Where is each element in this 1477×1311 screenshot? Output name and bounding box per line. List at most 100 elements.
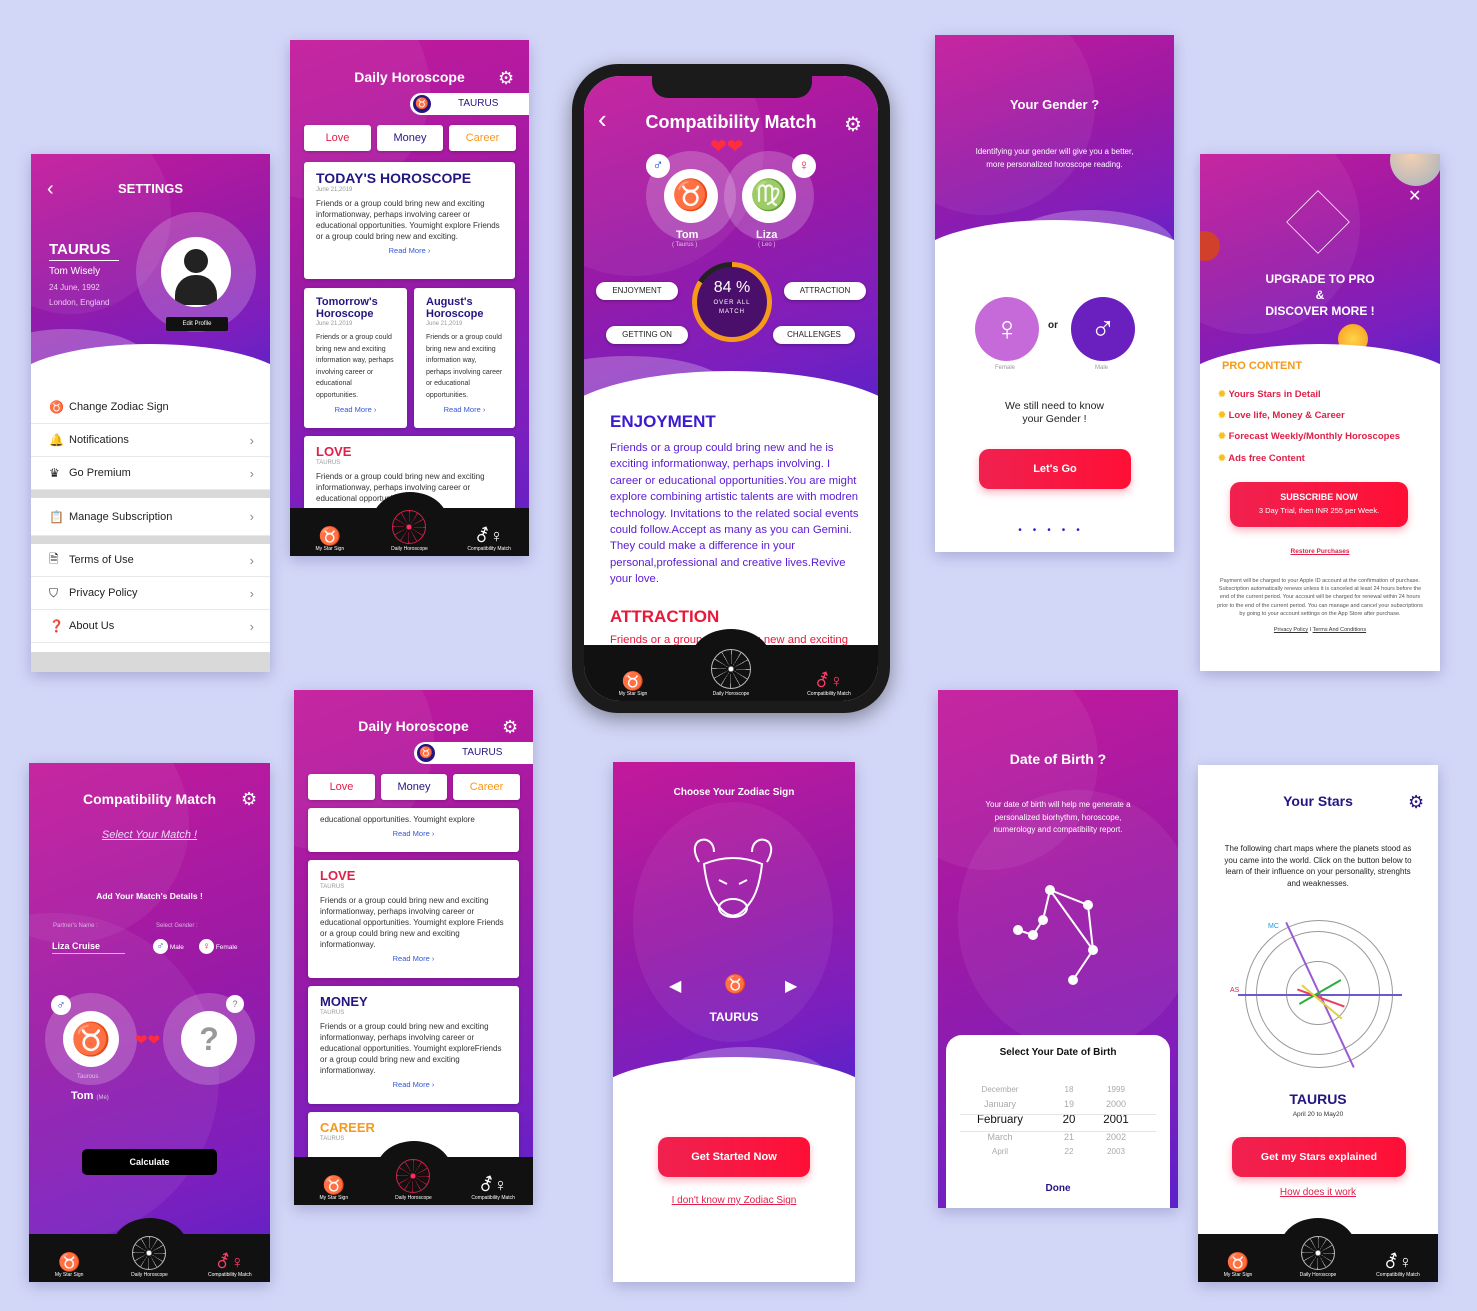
sign-selector[interactable]: ♉ TAURUS	[410, 93, 529, 115]
gear-icon[interactable]: ⚙	[241, 789, 257, 810]
nav-my-star-sign[interactable]: ♉ My Star Sign	[584, 671, 681, 697]
read-more-link[interactable]: Read More ›	[320, 829, 507, 838]
gender-pair-icon: ⚦♀	[1383, 1252, 1413, 1272]
nav-daily-horoscope[interactable]: Daily Horoscope	[682, 649, 779, 697]
hearts-icon: ❤❤	[710, 136, 744, 158]
menu-terms[interactable]: 🗎 Terms of Use ›	[31, 544, 270, 577]
or-label: or	[1048, 320, 1058, 331]
read-more-link[interactable]: Read More ›	[426, 405, 503, 414]
match-gauge: 84 % OVER ALL MATCH	[692, 262, 772, 342]
privacy-policy-link[interactable]: Privacy Policy	[1274, 627, 1308, 633]
select-match-screen: Compatibility Match ⚙ Select Your Match …	[29, 763, 270, 1282]
nav-my-star-sign[interactable]: ♉ My Star Sign	[1198, 1252, 1277, 1278]
done-button[interactable]: Done	[946, 1183, 1170, 1194]
taurus-icon: ♉	[57, 1252, 81, 1272]
pro-content-heading: PRO CONTENT	[1222, 360, 1303, 372]
love-card: LOVE TAURUS Friends or a group could bri…	[308, 860, 519, 978]
gear-icon[interactable]: ⚙	[1408, 792, 1424, 813]
restore-purchases-link[interactable]: Restore Purchases	[1200, 548, 1440, 555]
male-option[interactable]: ♂	[1071, 297, 1135, 361]
nav-compatibility[interactable]: ⚦♀ Compatibility Match	[1358, 1252, 1437, 1278]
nav-my-star-sign[interactable]: ♉ My Star Sign	[294, 1175, 373, 1201]
select-match-subtitle[interactable]: Select Your Match !	[29, 829, 270, 841]
female-option[interactable]: ♀	[975, 297, 1039, 361]
gender-male-radio[interactable]: ♂ Male	[153, 939, 184, 954]
nav-compatibility[interactable]: ⚦♀ Compatibility Match	[450, 526, 529, 552]
tab-money[interactable]: Money	[377, 125, 443, 151]
terms-link[interactable]: Terms And Conditions	[1313, 627, 1367, 633]
nav-my-star-sign[interactable]: ♉ My Star Sign	[29, 1252, 109, 1278]
next-sign-button[interactable]: ▶	[785, 976, 797, 996]
tab-love[interactable]: Love	[304, 125, 371, 151]
hearts-icon: ❤❤	[135, 1032, 161, 1049]
menu-notifications[interactable]: 🔔 Notifications ›	[31, 424, 270, 457]
lets-go-button[interactable]: Let's Go	[979, 449, 1131, 489]
subscribe-button[interactable]: SUBSCRIBE NOW 3 Day Trial, then INR 255 …	[1230, 482, 1408, 527]
feature-item: ✹ Yours Stars in Detail	[1218, 389, 1321, 400]
gender-pair-icon: ⚦♀	[478, 1175, 508, 1195]
tab-career[interactable]: Career	[453, 774, 520, 800]
page-title: Daily Horoscope	[354, 69, 465, 85]
nav-daily-horoscope[interactable]: Daily Horoscope	[110, 1236, 190, 1278]
choose-zodiac-screen: Choose Your Zodiac Sign ◀ ♉ ▶ TAURUS Get…	[613, 762, 855, 1282]
male-icon: ♂	[646, 154, 670, 178]
person2-sign: ( Leo )	[758, 242, 776, 248]
tab-career[interactable]: Career	[449, 125, 516, 151]
gear-icon[interactable]: ⚙	[502, 717, 518, 738]
gender-pair-icon: ⚦♀	[814, 671, 844, 691]
gender-female-radio[interactable]: ♀ Female	[199, 939, 238, 954]
sun-bullet-icon: ✹	[1218, 431, 1226, 442]
page-title: Your Gender ?	[1009, 97, 1100, 112]
close-icon[interactable]: ✕	[1408, 186, 1421, 206]
edit-profile-button[interactable]: Edit Profile	[166, 317, 228, 331]
nav-daily-horoscope[interactable]: Daily Horoscope	[1278, 1236, 1357, 1278]
taurus-icon: ♉	[318, 526, 342, 546]
today-horoscope-card: TODAY'S HOROSCOPE June 21,2019 Friends o…	[304, 162, 515, 279]
nav-daily-horoscope[interactable]: Daily Horoscope	[374, 1159, 453, 1201]
chevron-right-icon: ›	[249, 552, 254, 568]
sign-date-range: April 20 to May20	[1292, 1111, 1344, 1118]
menu-change-zodiac[interactable]: ♉ Change Zodiac Sign	[31, 391, 270, 424]
menu-manage-subscription[interactable]: 📋 Manage Subscription ›	[31, 498, 270, 536]
mandala-icon	[1301, 1236, 1335, 1270]
calculate-button[interactable]: Calculate	[82, 1149, 217, 1175]
tab-money[interactable]: Money	[381, 774, 447, 800]
nav-daily-horoscope[interactable]: Daily Horoscope	[370, 510, 449, 552]
nav-compatibility[interactable]: ⚦♀ Compatibility Match	[780, 671, 877, 697]
gear-icon[interactable]: ⚙	[844, 112, 862, 137]
partner-name-input[interactable]: Liza Cruise	[52, 941, 125, 954]
get-started-button[interactable]: Get Started Now	[658, 1137, 810, 1177]
read-more-link[interactable]: Read More ›	[320, 1080, 507, 1089]
zodiac-sign-label: TAURUS	[49, 241, 119, 261]
gear-icon[interactable]: ⚙	[498, 68, 514, 89]
phone-frame: ‹ Compatibility Match ⚙ ❤❤ ♉ ♂ ♍ ♀ Tom (…	[572, 64, 890, 713]
male-label: Male	[1095, 365, 1109, 371]
menu-privacy[interactable]: ⛉ Privacy Policy ›	[31, 577, 270, 610]
previous-sign-button[interactable]: ◀	[669, 976, 681, 996]
read-more-link[interactable]: Read More ›	[320, 954, 507, 963]
pill-getting-on[interactable]: GETTING ON	[606, 326, 688, 344]
avatar[interactable]	[136, 212, 256, 332]
how-it-works-link[interactable]: How does it work	[1198, 1187, 1438, 1198]
pill-enjoyment[interactable]: ENJOYMENT	[596, 282, 678, 300]
nav-compatibility[interactable]: ⚦♀ Compatibility Match	[190, 1252, 270, 1278]
gender-pair-icon: ⚦♀	[474, 526, 504, 546]
page-title: Date of Birth ?	[1009, 751, 1107, 767]
taurus-icon: ♉	[49, 400, 64, 414]
nav-my-star-sign[interactable]: ♉ My Star Sign	[290, 526, 369, 552]
read-more-link[interactable]: Read More ›	[316, 246, 503, 255]
bottom-nav: ♉ My Star Sign Daily Horoscope ⚦♀ Compatib…	[290, 492, 529, 556]
pill-challenges[interactable]: CHALLENGES	[773, 326, 855, 344]
help-badge[interactable]: ?	[226, 995, 244, 1013]
unknown-sign-link[interactable]: I don't know my Zodiac Sign	[613, 1195, 855, 1206]
taurus-icon: ♉	[724, 974, 747, 994]
nav-compatibility[interactable]: ⚦♀ Compatibility Match	[454, 1175, 533, 1201]
read-more-link[interactable]: Read More ›	[316, 405, 395, 414]
tab-love[interactable]: Love	[308, 774, 375, 800]
get-stars-explained-button[interactable]: Get my Stars explained	[1232, 1137, 1406, 1177]
menu-about[interactable]: ❓ About Us ›	[31, 610, 270, 643]
pill-attraction[interactable]: ATTRACTION	[784, 282, 866, 300]
chevron-right-icon: ›	[249, 432, 254, 448]
sign-selector[interactable]: ♉ TAURUS	[414, 742, 533, 764]
menu-go-premium[interactable]: ♛ Go Premium ›	[31, 457, 270, 490]
